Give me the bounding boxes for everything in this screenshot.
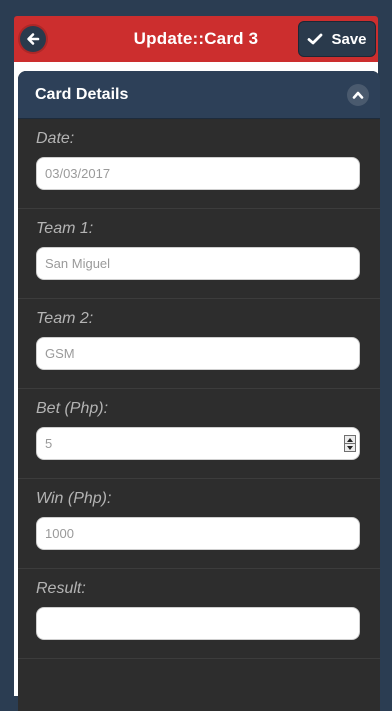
team2-label: Team 2:	[36, 310, 94, 327]
result-field-group: Result:	[18, 569, 380, 659]
bet-field-group: Bet (Php):	[18, 389, 380, 479]
win-label: Win (Php):	[36, 490, 112, 507]
card-details-title: Card Details	[35, 86, 129, 103]
content-panel: Card Details Date: Team 1: Team 2: Bet (…	[14, 62, 380, 711]
team2-input[interactable]	[36, 337, 360, 370]
stepper-down-button[interactable]	[345, 443, 355, 451]
date-field-group: Date:	[18, 119, 380, 209]
app-header: Update::Card 3 Save	[14, 16, 378, 62]
back-button[interactable]	[20, 26, 46, 52]
date-label: Date:	[36, 130, 75, 147]
result-input[interactable]	[36, 607, 360, 640]
team1-input[interactable]	[36, 247, 360, 280]
win-input[interactable]	[36, 517, 360, 550]
result-label: Result:	[36, 580, 86, 597]
collapse-toggle[interactable]	[347, 84, 369, 106]
team2-field-group: Team 2:	[18, 299, 380, 389]
card-details-header[interactable]: Card Details	[18, 71, 380, 119]
caret-up-icon	[347, 437, 353, 442]
date-input[interactable]	[36, 157, 360, 190]
chevron-up-icon	[352, 91, 364, 99]
team1-label: Team 1:	[36, 220, 94, 237]
save-button[interactable]: Save	[298, 21, 376, 57]
arrow-left-icon	[27, 33, 40, 45]
bet-stepper[interactable]	[344, 435, 356, 452]
bet-input[interactable]	[36, 427, 360, 460]
bet-label: Bet (Php):	[36, 400, 109, 417]
win-field-group: Win (Php):	[18, 479, 380, 569]
check-icon	[308, 33, 323, 45]
card-details-section: Card Details Date: Team 1: Team 2: Bet (…	[18, 71, 380, 711]
save-button-label: Save	[331, 30, 367, 48]
team1-field-group: Team 1:	[18, 209, 380, 299]
caret-down-icon	[347, 445, 353, 450]
stepper-up-button[interactable]	[345, 436, 355, 443]
